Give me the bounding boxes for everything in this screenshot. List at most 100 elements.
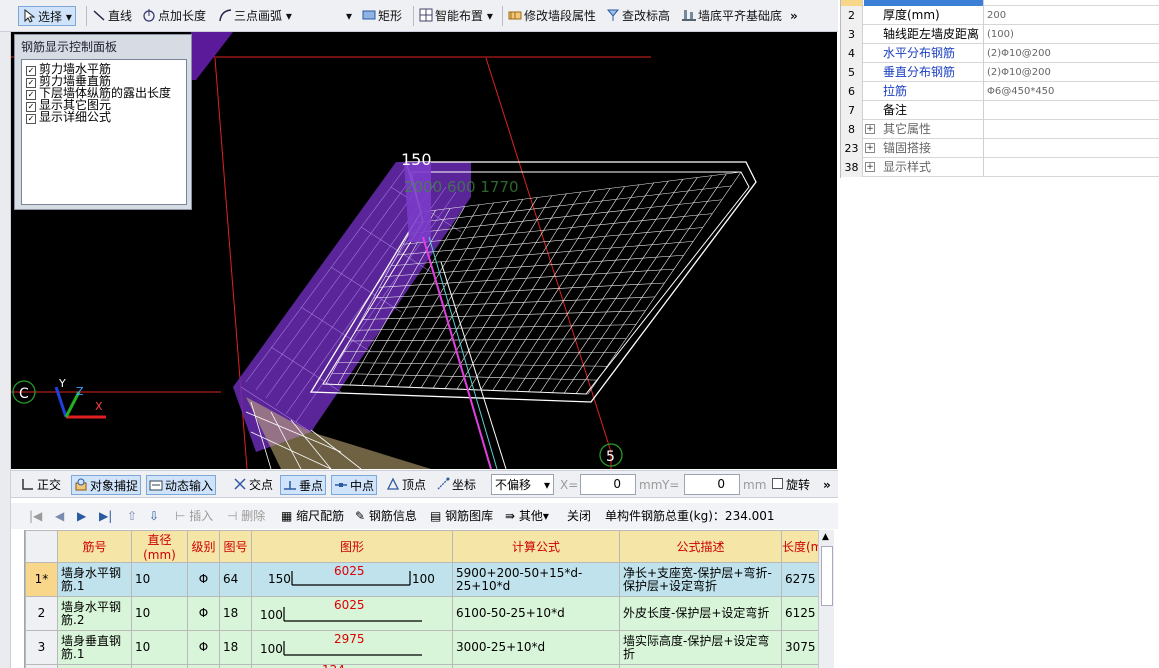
col-header-shape[interactable]: 图形 <box>251 530 453 563</box>
property-value[interactable]: 200 <box>985 6 1159 25</box>
row-number[interactable]: 2 <box>25 596 58 631</box>
col-header-diameter[interactable]: 直径(mm) <box>131 530 188 563</box>
row-number[interactable]: 4 <box>25 664 58 668</box>
property-row[interactable]: 4 水平分布钢筋 (2)Φ10@200 <box>841 44 1159 63</box>
cell-length[interactable]: 297 <box>781 664 818 668</box>
col-header-formula[interactable]: 计算公式 <box>452 530 620 563</box>
rebar-library-button[interactable]: ▤ 钢筋图库 <box>430 507 493 525</box>
last-record-button[interactable]: ▶| <box>99 507 112 525</box>
col-header-description[interactable]: 公式描述 <box>619 530 782 563</box>
cell-description[interactable]: 墙实际高度-保护层+设定弯折 <box>619 630 782 665</box>
col-header-figure-no[interactable]: 图号 <box>219 530 252 563</box>
cell-length[interactable]: 6125 <box>781 596 818 631</box>
cell-shape[interactable]: 150 6025 100 <box>251 562 453 597</box>
cell-figure-no[interactable]: 18 <box>219 630 252 665</box>
cell-figure-no[interactable]: 64 <box>219 562 252 597</box>
cell-grade[interactable]: Φ <box>187 664 220 668</box>
cell-figure-no[interactable]: 485 <box>219 664 252 668</box>
property-value[interactable]: (2)Φ10@200 <box>985 63 1159 82</box>
expand-plus-icon[interactable]: + <box>865 162 875 172</box>
smart-layout-button[interactable]: 智能布置 ▾ <box>419 6 493 26</box>
perpendicular-snap[interactable]: 垂点 <box>280 475 327 495</box>
rotate-checkbox[interactable]: 旋转 <box>772 475 810 495</box>
cell-diameter[interactable]: 10 <box>131 562 188 597</box>
property-value[interactable]: Φ6@450*450 <box>985 82 1159 101</box>
cell-length[interactable]: 6275 <box>781 562 818 597</box>
property-value[interactable] <box>985 139 1159 158</box>
next-record-button[interactable]: ▶ <box>77 507 86 525</box>
property-row[interactable]: 23 锚固搭接 + <box>841 139 1159 158</box>
row-number[interactable]: 3 <box>25 630 58 665</box>
col-header-length[interactable]: 长度(m <box>781 530 818 563</box>
cell-shape[interactable]: 124 <box>251 664 453 668</box>
col-header-grade[interactable]: 级别 <box>187 530 220 563</box>
cell-bar-name[interactable]: 墙身垂直钢筋.1 <box>57 630 132 665</box>
midpoint-snap[interactable]: 中点 <box>331 475 378 495</box>
table-scrollbar[interactable]: ▲ <box>818 530 834 668</box>
cell-description[interactable] <box>619 664 782 668</box>
col-header-bar-no[interactable]: 筋号 <box>57 530 132 563</box>
cell-grade[interactable]: Φ <box>187 562 220 597</box>
cell-formula[interactable]: 5900+200-50+15*d-25+10*d <box>452 562 620 597</box>
property-row[interactable]: 8 其它属性 + <box>841 120 1159 139</box>
property-row[interactable]: 2 厚度(mm) 200 <box>841 6 1159 25</box>
delete-button[interactable]: ⊣ 删除 <box>227 507 265 525</box>
toolbar-overflow-button[interactable]: » <box>790 6 798 26</box>
point-length-button[interactable]: 点加长度 <box>142 6 206 26</box>
prev-record-button[interactable]: ◀ <box>55 507 64 525</box>
property-row[interactable]: 3 轴线距左墙皮距离 (100) <box>841 25 1159 44</box>
cell-formula[interactable]: 3000-25+10*d <box>452 630 620 665</box>
coordinate-snap[interactable]: 坐标 <box>436 475 476 495</box>
table-row[interactable]: 3 墙身垂直钢筋.1 10 Φ 18 100 2975 3000-25+10*d… <box>25 630 818 665</box>
y-coordinate-input[interactable]: 0 <box>684 474 740 495</box>
property-row[interactable]: 5 垂直分布钢筋 (2)Φ10@200 <box>841 63 1159 82</box>
three-point-arc-button[interactable]: 三点画弧 ▾ <box>218 6 292 26</box>
table-row[interactable]: 4 墙身拉筋.1 6 Φ 485 124 (200-2*38)+2*(75+1.… <box>25 664 818 668</box>
cell-shape[interactable]: 100 2975 <box>251 630 453 665</box>
scroll-thumb[interactable] <box>821 546 833 606</box>
cell-shape[interactable]: 100 6025 <box>251 596 453 631</box>
property-row[interactable]: 6 拉筋 Φ6@450*450 <box>841 82 1159 101</box>
cell-bar-name[interactable]: 墙身水平钢筋.1 <box>57 562 132 597</box>
scroll-up-icon[interactable]: ▲ <box>822 532 829 542</box>
expand-plus-icon[interactable]: + <box>865 124 875 134</box>
cell-diameter[interactable]: 10 <box>131 596 188 631</box>
check-elevation-button[interactable]: 查改标高 <box>606 6 670 26</box>
dynamic-input-toggle[interactable]: 动态输入 <box>146 475 217 495</box>
checkbox-detailed-formula[interactable]: ✓ 显示详细公式 <box>26 111 111 124</box>
row-number[interactable]: 1* <box>25 562 58 597</box>
cell-bar-name[interactable]: 墙身水平钢筋.2 <box>57 596 132 631</box>
property-row[interactable]: 7 备注 <box>841 101 1159 120</box>
intersection-snap[interactable]: 交点 <box>233 475 273 495</box>
property-value[interactable] <box>985 120 1159 139</box>
shape-dropdown[interactable]: ▾ <box>346 6 352 26</box>
property-value[interactable] <box>985 101 1159 120</box>
table-row[interactable]: 2 墙身水平钢筋.2 10 Φ 18 100 6025 6100-50-25+1… <box>25 596 818 631</box>
property-value[interactable]: (2)Φ10@200 <box>985 44 1159 63</box>
align-bottom-button[interactable]: 墙底平齐基础底 <box>682 6 782 26</box>
vertex-snap[interactable]: 顶点 <box>386 475 426 495</box>
table-row[interactable]: 1* 墙身水平钢筋.1 10 Φ 64 150 6025 100 5900+20… <box>25 562 818 597</box>
cell-diameter[interactable]: 6 <box>131 664 188 668</box>
select-button[interactable]: 选择 ▾ <box>18 6 76 26</box>
rectangle-button[interactable]: 矩形 <box>362 6 402 26</box>
move-down-button[interactable]: ⇩ <box>149 507 159 525</box>
ortho-toggle[interactable]: 正交 <box>21 475 61 495</box>
line-button[interactable]: 直线 <box>92 6 132 26</box>
rebar-info-button[interactable]: ✎ 钢筋信息 <box>355 507 417 525</box>
cell-diameter[interactable]: 10 <box>131 630 188 665</box>
cell-figure-no[interactable]: 18 <box>219 596 252 631</box>
cell-grade[interactable]: Φ <box>187 630 220 665</box>
move-up-button[interactable]: ⇧ <box>127 507 137 525</box>
x-coordinate-input[interactable]: 0 <box>580 474 636 495</box>
scale-rebar-button[interactable]: ▦ 缩尺配筋 <box>281 507 344 525</box>
cell-description[interactable]: 净长+支座宽-保护层+弯折-保护层+设定弯折 <box>619 562 782 597</box>
property-value[interactable]: (100) <box>985 25 1159 44</box>
modify-segment-button[interactable]: 修改墙段属性 <box>508 6 596 26</box>
first-record-button[interactable]: |◀ <box>29 507 42 525</box>
cell-formula[interactable]: (200-2*38)+2*(75+1.9*d) <box>452 664 620 668</box>
cell-grade[interactable]: Φ <box>187 596 220 631</box>
snapbar-overflow-button[interactable]: » <box>823 475 831 495</box>
close-button[interactable]: 关闭 <box>567 507 591 525</box>
other-menu-button[interactable]: ⇛ 其他▾ <box>505 507 549 525</box>
